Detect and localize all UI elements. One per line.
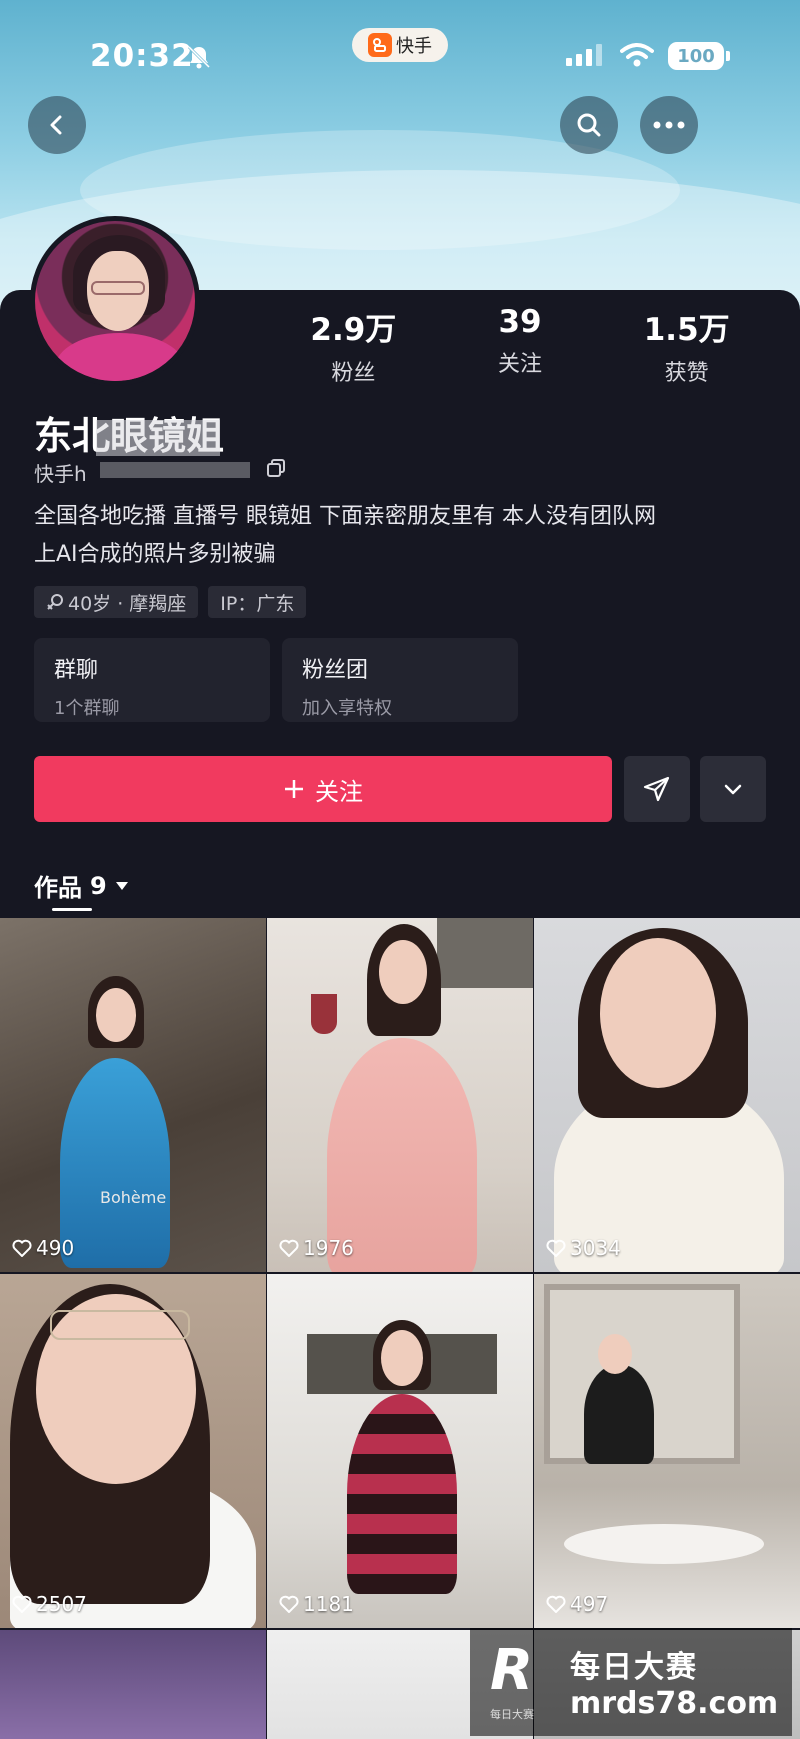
like-value: 490 [36,1236,75,1260]
stat-value: 2.9万 [310,312,397,348]
chevron-down-icon [724,784,742,795]
status-time: 20:32 [90,38,194,74]
follow-button[interactable]: 关注 [34,756,612,822]
tile-subtitle: 1个群聊 [54,698,120,719]
stat-label: 关注 [498,352,543,377]
send-icon [643,776,670,802]
video-caption: Bohème [100,1188,167,1207]
heart-icon [12,1239,32,1257]
tag-text: IP：广东 [220,592,295,615]
wifi-icon [620,43,654,67]
back-button[interactable] [28,96,86,154]
works-count: 9 [90,871,107,900]
like-count: 490 [12,1236,74,1260]
like-value: 1181 [303,1592,354,1616]
like-value: 1976 [303,1236,354,1260]
send-message-button[interactable] [624,756,690,822]
tag-text: 40岁 · 摩羯座 [68,592,187,615]
redaction-mark [96,420,220,456]
like-count: 3034 [546,1236,621,1260]
user-id: 快手h [34,462,87,486]
profile-stats: 2.9万 粉丝 39 关注 1.5万 获赞 [270,304,770,387]
redaction-mark [100,462,250,478]
stat-value: 1.5万 [643,312,730,348]
copy-icon[interactable] [266,458,286,478]
kuaishou-logo-icon [368,33,392,57]
like-count: 1976 [279,1236,354,1260]
app-name: 快手 [396,36,432,57]
search-icon [577,113,601,137]
video-thumbnail[interactable]: 497 [534,1274,800,1628]
stat-label: 粉丝 [331,361,376,386]
search-button[interactable] [560,96,618,154]
chevron-left-icon [50,115,62,135]
bio-line: 上AI合成的照片多别被骗 [34,542,276,567]
more-dots-icon [653,121,685,129]
like-count: 2507 [12,1592,87,1616]
video-thumbnail[interactable]: 1976 [267,918,533,1272]
status-bar: 20:32 快手 100 [0,28,800,90]
watermark-url: mrds78.com [570,1686,779,1721]
follow-label: 关注 [315,777,363,806]
like-count: 497 [546,1592,608,1616]
plus-icon [285,780,303,798]
video-thumbnail[interactable]: 3034 [534,918,800,1272]
gender-female-icon [47,594,63,610]
watermark-logo-text: 每日大赛 [490,1708,534,1721]
watermark-title: 每日大赛 [570,1650,698,1685]
tab-label: 作品 [34,874,82,902]
like-count: 1181 [279,1592,354,1616]
ip-location-tag: IP：广东 [208,586,307,618]
heart-icon [546,1239,566,1257]
video-thumbnail[interactable]: Bohème 490 [0,918,266,1272]
like-value: 497 [570,1592,609,1616]
profile-tags: 40岁 · 摩羯座 IP：广东 [34,586,307,618]
stat-followers[interactable]: 2.9万 粉丝 [270,304,437,387]
watermark-overlay: R 每日大赛 每日大赛 mrds78.com [470,1628,792,1736]
stat-following[interactable]: 39 关注 [437,304,604,387]
cellular-signal-icon [566,44,602,66]
video-thumbnail[interactable] [0,1630,266,1739]
profile-bio: 全国各地吃播 直播号 眼镜姐 下面亲密朋友里有 本人没有团队网 上AI合成的照片… [34,498,774,574]
stat-likes[interactable]: 1.5万 获赞 [603,304,770,387]
stat-value: 39 [498,304,542,340]
stat-label: 获赞 [664,361,709,386]
more-button[interactable] [640,96,698,154]
fan-club-tile[interactable]: 粉丝团 加入享特权 [282,638,518,722]
expand-button[interactable] [700,756,766,822]
watermark-logo: R [490,1638,534,1703]
avatar[interactable] [30,216,200,386]
bio-line: 全国各地吃播 直播号 眼镜姐 下面亲密朋友里有 本人没有团队网 [34,504,656,529]
tile-title: 群聊 [54,658,99,683]
tile-subtitle: 加入享特权 [302,698,392,719]
tile-title: 粉丝团 [302,658,369,683]
profile-tiles: 群聊 1个群聊 粉丝团 加入享特权 [34,638,518,722]
heart-icon [12,1595,32,1613]
tab-underline [52,908,92,911]
video-thumbnail[interactable]: 1181 [267,1274,533,1628]
heart-icon [279,1239,299,1257]
video-thumbnail[interactable]: 2507 [0,1274,266,1628]
app-indicator-pill: 快手 [352,28,448,62]
like-value: 3034 [570,1236,621,1260]
works-grid: Bohème 490 1976 3034 2507 1181 497 [0,918,800,1739]
tab-works[interactable]: 作品 9 [34,868,129,903]
age-tag: 40岁 · 摩羯座 [34,586,199,618]
heart-icon [279,1595,299,1613]
battery-indicator: 100 [668,42,730,70]
like-value: 2507 [36,1592,87,1616]
mute-bell-icon [187,45,211,69]
heart-icon [546,1595,566,1613]
group-chat-tile[interactable]: 群聊 1个群聊 [34,638,270,722]
caret-down-icon [115,881,128,890]
